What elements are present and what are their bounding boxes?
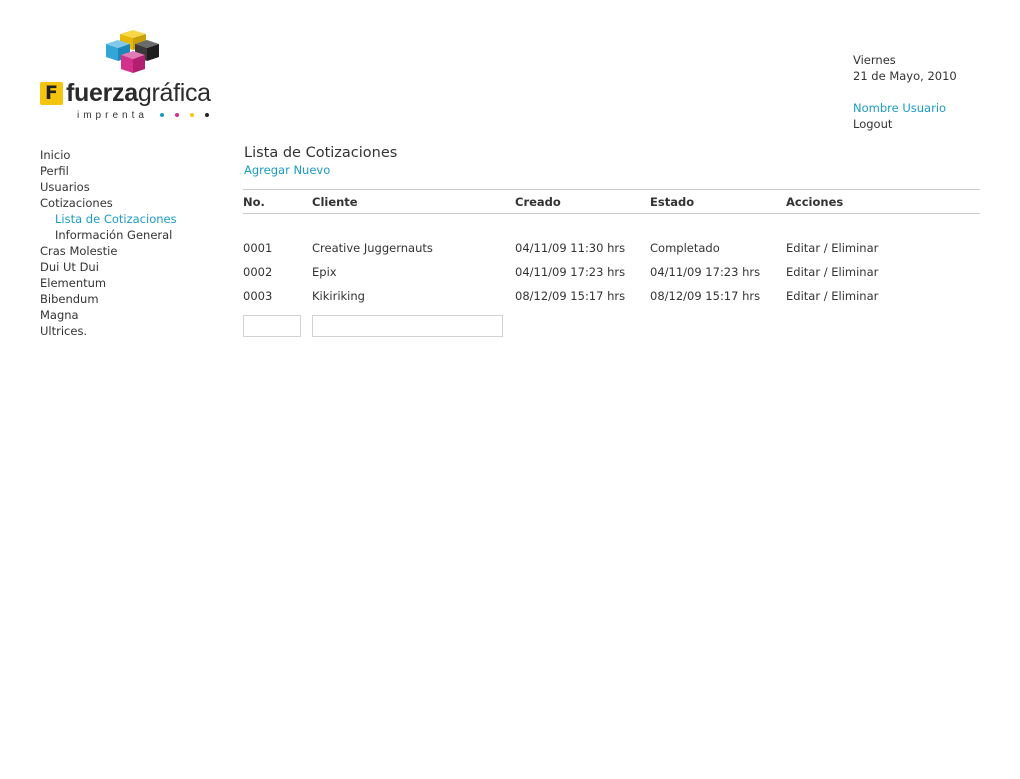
header-day: Viernes <box>853 53 896 67</box>
action-separator: / <box>823 289 828 303</box>
brand-f-icon: F <box>40 81 63 105</box>
header-estado[interactable]: Estado <box>650 195 694 209</box>
edit-link[interactable]: Editar <box>786 265 820 279</box>
cell-acciones: Editar / Eliminar <box>786 241 878 255</box>
sidebar-item-usuarios[interactable]: Usuarios <box>40 179 177 195</box>
brand-dot <box>205 113 209 117</box>
quotes-table: No. Cliente Creado Estado Acciones 0001 C… <box>243 189 980 339</box>
delete-link[interactable]: Eliminar <box>831 265 878 279</box>
edit-link[interactable]: Editar <box>786 241 820 255</box>
header-info: Viernes 21 de Mayo, 2010 Nombre Usuario … <box>853 52 957 132</box>
action-separator: / <box>823 265 828 279</box>
filter-cliente-input[interactable] <box>312 315 503 337</box>
brand-dot <box>160 113 164 117</box>
cell-no: 0003 <box>243 289 273 303</box>
table-row: 0003 Kikiriking 08/12/09 15:17 hrs 08/12/09… <box>243 285 980 309</box>
sidebar-item-información-general[interactable]: Información General <box>40 227 177 243</box>
cell-creado: 08/12/09 15:17 hrs <box>515 289 626 303</box>
brand-name-bold: fuerza <box>66 78 138 107</box>
cell-creado: 04/11/09 11:30 hrs <box>515 241 626 255</box>
cell-creado: 04/11/09 17:23 hrs <box>515 265 626 279</box>
filter-no-input[interactable] <box>243 315 301 337</box>
brand-dots <box>160 113 209 117</box>
sidebar-item-elementum[interactable]: Elementum <box>40 275 177 291</box>
table-row: 0001 Creative Juggernauts 04/11/09 11:30 h… <box>243 237 980 261</box>
table-body: 0001 Creative Juggernauts 04/11/09 11:30 h… <box>243 237 980 309</box>
cell-cliente: Kikiriking <box>312 289 365 303</box>
filter-row <box>243 315 980 339</box>
brand-tagline: imprenta <box>77 110 148 121</box>
brand-wordmark: F fuerzagráfica <box>40 78 211 108</box>
cell-cliente: Epix <box>312 265 337 279</box>
action-separator: / <box>823 241 828 255</box>
cell-estado: Completado <box>650 241 720 255</box>
main-content: Lista de Cotizaciones Agregar Nuevo No. … <box>243 143 980 337</box>
page-title: Lista de Cotizaciones <box>244 145 398 161</box>
logout-link[interactable]: Logout <box>853 117 892 131</box>
cell-estado: 08/12/09 15:17 hrs <box>650 289 761 303</box>
brand-name-regular: gráfica <box>137 78 211 107</box>
table-header: No. Cliente Creado Estado Acciones <box>243 189 980 214</box>
sidebar-item-bibendum[interactable]: Bibendum <box>40 291 177 307</box>
brand-logo[interactable]: F fuerzagráfica imprenta <box>40 28 240 124</box>
header-date: 21 de Mayo, 2010 <box>853 69 957 83</box>
username-link[interactable]: Nombre Usuario <box>853 101 946 115</box>
delete-link[interactable]: Eliminar <box>831 289 878 303</box>
brand-dot <box>190 113 194 117</box>
add-new-link[interactable]: Agregar Nuevo <box>244 162 980 178</box>
cell-cliente: Creative Juggernauts <box>312 241 433 255</box>
cell-no: 0001 <box>243 241 273 255</box>
brand-dot <box>175 113 179 117</box>
delete-link[interactable]: Eliminar <box>831 241 878 255</box>
sidebar-item-magna[interactable]: Magna <box>40 307 177 323</box>
cell-acciones: Editar / Eliminar <box>786 289 878 303</box>
cell-estado: 04/11/09 17:23 hrs <box>650 265 761 279</box>
cell-acciones: Editar / Eliminar <box>786 265 878 279</box>
sidebar-item-inicio[interactable]: Inicio <box>40 147 177 163</box>
sidebar-item-cras-molestie[interactable]: Cras Molestie <box>40 243 177 259</box>
table-row: 0002 Epix 04/11/09 17:23 hrs 04/11/09 17:23… <box>243 261 980 285</box>
header-acciones: Acciones <box>786 195 844 209</box>
header-cliente[interactable]: Cliente <box>312 195 358 209</box>
sidebar-nav: Inicio Perfil Usuarios Cotizaciones Lista de… <box>40 147 177 339</box>
header-no[interactable]: No. <box>243 195 265 209</box>
sidebar-item-ultrices[interactable]: Ultrices. <box>40 323 177 339</box>
sidebar-item-dui-ut-dui[interactable]: Dui Ut Dui <box>40 259 177 275</box>
sidebar-item-lista-de-cotizaciones[interactable]: Lista de Cotizaciones <box>40 211 177 227</box>
cell-no: 0002 <box>243 265 273 279</box>
sidebar-item-cotizaciones[interactable]: Cotizaciones <box>40 195 177 211</box>
header-creado[interactable]: Creado <box>515 195 561 209</box>
sidebar-item-perfil[interactable]: Perfil <box>40 163 177 179</box>
brand-name: fuerzagráfica <box>66 78 211 107</box>
edit-link[interactable]: Editar <box>786 289 820 303</box>
